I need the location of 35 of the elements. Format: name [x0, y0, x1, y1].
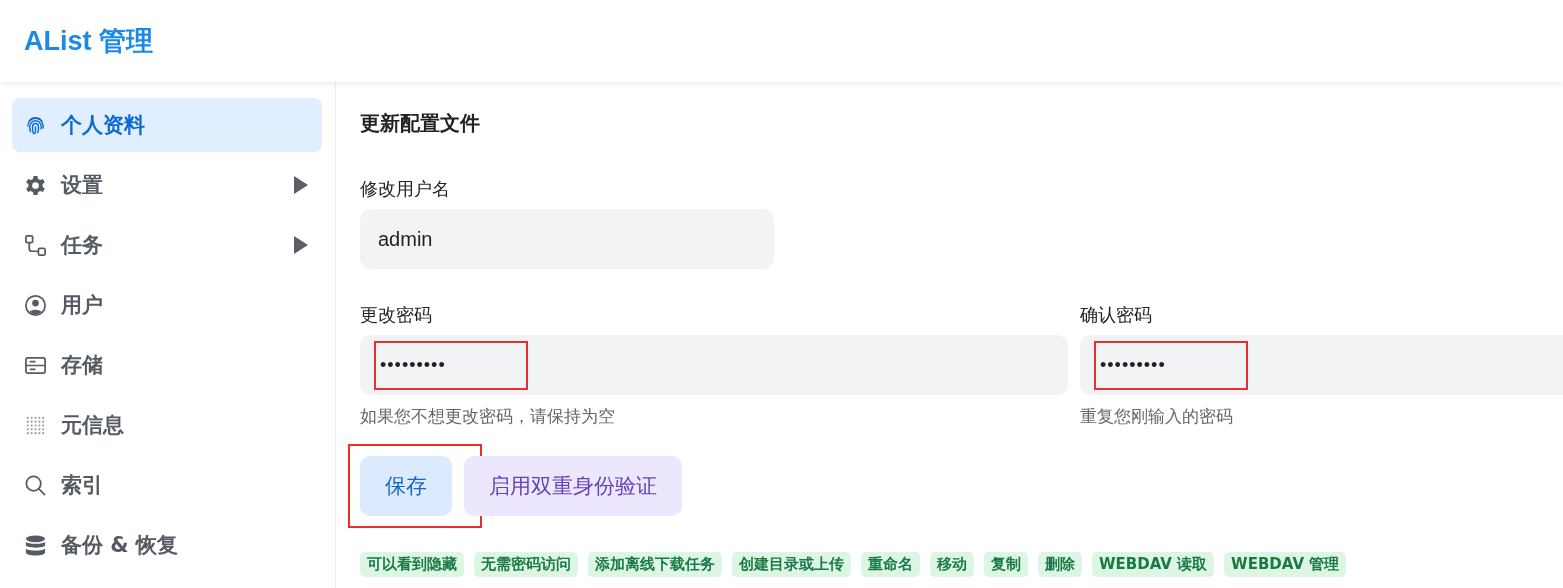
permission-tag: 创建目录或上传	[732, 552, 851, 577]
user-icon	[24, 293, 47, 317]
permission-tag: 重命名	[861, 552, 920, 577]
section-title: 更新配置文件	[360, 110, 480, 137]
field-label: 确认密码	[1080, 303, 1153, 327]
sidebar-item[interactable]: 设置	[12, 158, 322, 212]
permission-tag: 复制	[984, 552, 1028, 577]
permission-tag: 无需密码访问	[474, 552, 578, 577]
sidebar-item[interactable]: 备份 & 恢复	[12, 518, 322, 572]
permission-tag: 可以看到隐藏	[360, 552, 464, 577]
two-factor-button[interactable]: 启用双重身份验证	[464, 456, 682, 516]
permission-tag: 删除	[1038, 552, 1082, 577]
permission-tag: WEBDAV 读取	[1092, 552, 1215, 577]
field-hint: 如果您不想更改密码，请保持为空	[360, 405, 616, 428]
permission-tag: 添加离线下载任务	[588, 552, 722, 577]
sidebar-item[interactable]: 元信息	[12, 398, 322, 452]
gear-icon	[24, 173, 47, 197]
sidebar-item[interactable]: 个人资料	[12, 98, 322, 152]
username-field[interactable]: admin	[360, 209, 774, 269]
database-icon	[24, 533, 47, 557]
sidebar-item[interactable]: 任务	[12, 218, 322, 272]
sidebar-item[interactable]: 索引	[12, 458, 322, 512]
app-title: AList 管理	[24, 25, 153, 58]
permission-tag: 移动	[930, 552, 974, 577]
search-icon	[24, 473, 47, 497]
password-field[interactable]: •••••••••	[1080, 335, 1563, 395]
field-hint: 重复您刚输入的密码	[1080, 405, 1234, 428]
flow-icon	[24, 233, 47, 257]
password-field[interactable]: •••••••••	[360, 335, 1068, 395]
permission-tag: WEBDAV 管理	[1224, 552, 1347, 577]
sidebar-item[interactable]: 存储	[12, 338, 322, 392]
save-button[interactable]: 保存	[360, 456, 452, 516]
sidebar-item[interactable]: 用户	[12, 278, 322, 332]
field-label: 修改用户名	[360, 177, 450, 201]
field-label: 更改密码	[360, 303, 433, 327]
